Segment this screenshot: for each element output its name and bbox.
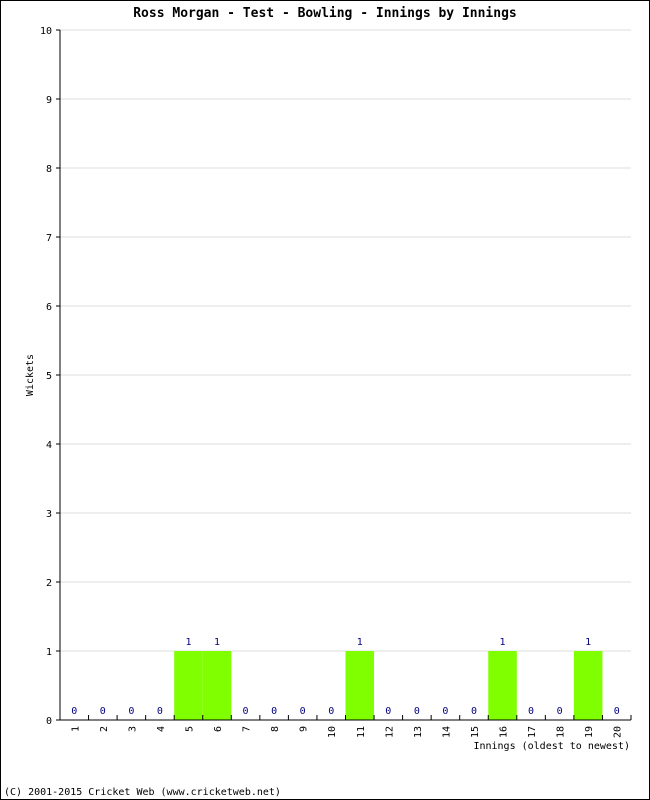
- data-label: 1: [500, 637, 506, 648]
- x-tick-label: 16: [499, 726, 510, 738]
- data-label: 0: [385, 706, 391, 717]
- x-tick-label: 8: [270, 726, 281, 732]
- x-tick-labels: 1 2 3 4 5 6 7 8 9 10 11 12 13 14 15 16 17 18 19 20: [70, 726, 623, 738]
- data-label: 0: [528, 706, 534, 717]
- bar-innings-11: [345, 651, 375, 720]
- data-labels: 0 0 0 0 1 1 0 0 0 0 1 0 0 0 0 1 0 0 1 0: [71, 637, 619, 717]
- bowling-chart: Ross Morgan - Test - Bowling - Innings b…: [4, 6, 632, 798]
- data-label: 1: [214, 637, 220, 648]
- x-tick-label: 9: [299, 726, 310, 732]
- x-tick-label: 14: [441, 726, 452, 738]
- data-label: 0: [71, 706, 77, 717]
- x-tick-label: 13: [413, 726, 424, 738]
- data-label: 0: [243, 706, 249, 717]
- y-tick-label: 1: [46, 647, 52, 658]
- y-tick-label: 3: [46, 509, 52, 520]
- gridlines: [60, 29, 631, 652]
- y-tick-label: 2: [46, 578, 52, 589]
- bar-innings-16: [488, 651, 517, 720]
- x-axis-label: Innings (oldest to newest): [473, 741, 630, 752]
- chart-title: Ross Morgan - Test - Bowling - Innings b…: [133, 6, 517, 21]
- y-tick-label: 7: [46, 233, 52, 244]
- data-label: 0: [128, 706, 134, 717]
- x-tick-label: 4: [156, 726, 167, 732]
- copyright-footer: (C) 2001-2015 Cricket Web (www.cricketwe…: [4, 787, 281, 798]
- x-tick-label: 11: [356, 726, 367, 738]
- data-label: 0: [414, 706, 420, 717]
- y-tick-label: 9: [46, 95, 52, 106]
- x-tick-label: 10: [327, 726, 338, 738]
- data-label: 1: [357, 637, 363, 648]
- x-tick-label: 5: [184, 726, 195, 732]
- x-tick-label: 3: [127, 726, 138, 732]
- data-label: 0: [557, 706, 563, 717]
- y-tick-label: 4: [46, 440, 52, 451]
- data-label: 0: [614, 706, 620, 717]
- x-tick-label: 2: [99, 726, 110, 732]
- y-tick-labels: 0 1 2 3 4 5 6 7 8 9 10: [40, 26, 52, 727]
- data-label: 0: [471, 706, 477, 717]
- x-tick-label: 6: [213, 726, 224, 732]
- y-tick-label: 8: [46, 164, 52, 175]
- y-tick-label: 6: [46, 302, 52, 313]
- data-label: 0: [442, 706, 448, 717]
- data-label: 0: [300, 706, 306, 717]
- bar-innings-5: [174, 651, 203, 720]
- data-label: 0: [328, 706, 334, 717]
- x-tick-label: 20: [613, 726, 624, 738]
- x-tick-label: 15: [470, 726, 481, 738]
- x-tick-label: 1: [70, 726, 81, 732]
- bar-innings-6: [202, 651, 232, 720]
- x-tick-label: 19: [584, 726, 595, 738]
- x-tick-label: 17: [527, 726, 538, 738]
- x-tick-label: 12: [384, 726, 395, 738]
- y-tick-label: 5: [46, 371, 52, 382]
- data-label: 0: [157, 706, 163, 717]
- data-label: 0: [271, 706, 277, 717]
- data-label: 1: [585, 637, 591, 648]
- y-axis-label: Wickets: [25, 354, 36, 396]
- y-tick-label: 10: [40, 26, 52, 37]
- x-tick-label: 7: [242, 726, 253, 732]
- data-label: 0: [100, 706, 106, 717]
- y-tick-label: 0: [46, 716, 52, 727]
- bar-innings-19: [573, 651, 603, 720]
- x-tick-label: 18: [556, 726, 567, 738]
- data-label: 1: [185, 637, 191, 648]
